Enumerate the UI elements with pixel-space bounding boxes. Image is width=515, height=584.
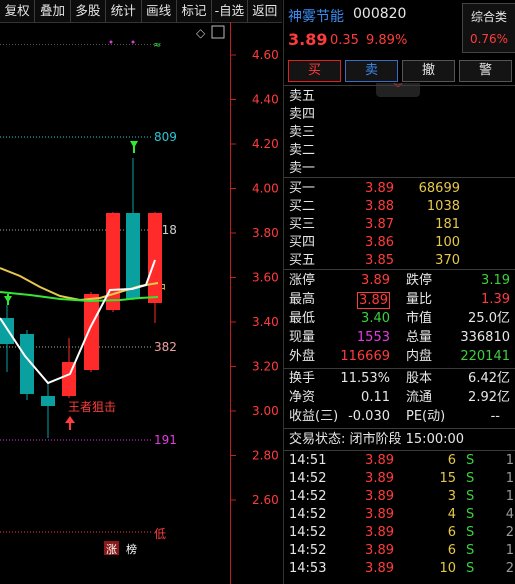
stats-row: 外盘 116669 内盘 220141 (289, 349, 510, 364)
tick-row: 14:52 3.89 15 S 1 (289, 471, 514, 486)
stats-row: 最高 3.89 量比 1.39 (289, 292, 510, 309)
sector-label: 综合类 (470, 10, 507, 24)
price-axis-label: 3.20 (252, 360, 279, 374)
stats-row: 最低 3.40 市值 25.0亿 (289, 311, 510, 326)
candle-6 (106, 212, 120, 312)
price-axis-label: 4.00 (252, 182, 279, 196)
stats-row: 现量 1553 总量 336810 (289, 330, 510, 345)
buy-button[interactable]: 买 (288, 60, 341, 82)
fib-label-809: 809 (154, 130, 177, 144)
cancel-order-button[interactable]: 撤 (402, 60, 455, 82)
candle-1 (0, 305, 14, 372)
sell-level-3[interactable]: 卖三 (284, 124, 515, 142)
price-axis-label: 3.60 (252, 271, 279, 285)
sell-level-1[interactable]: 卖五 (284, 88, 515, 106)
signal-label: 王者狙击 (68, 400, 116, 414)
price-axis-label: 3.80 (252, 226, 279, 240)
svg-text:≈: ≈ (153, 40, 161, 51)
toolbar-multi-stock-button[interactable]: 多股 (71, 0, 107, 22)
alert-button[interactable]: 警 (459, 60, 512, 82)
tick-row: 14:52 3.89 4 S 4 (289, 507, 514, 522)
sell-level-4[interactable]: 卖二 (284, 142, 515, 160)
price-axis-label: 4.20 (252, 137, 279, 151)
price-axis-label: 2.80 (252, 449, 279, 463)
buy-level-3[interactable]: 买三 3.87 181 (284, 216, 515, 234)
trade-status: 交易状态: 闭市阶段 15:00:00 (289, 432, 465, 447)
toolbar-back-button[interactable]: 返回 (248, 0, 282, 22)
candle-5 (84, 292, 99, 372)
tick-row: 14:52 3.89 6 S 1 (289, 543, 514, 558)
toolbar-draw-line-button[interactable]: 画线 (142, 0, 177, 22)
badge-zhang[interactable]: 涨 (106, 543, 117, 556)
sell-button[interactable]: 卖 (345, 60, 398, 82)
tick-row: 14:52 3.89 3 S 1 (289, 489, 514, 504)
tick-row: 14:53 3.89 10 S 2 (289, 561, 514, 576)
last-price: 3.89 (288, 30, 328, 49)
sector-box[interactable]: 综合类 0.76% (462, 3, 515, 53)
stock-code: 000820 (353, 6, 407, 22)
sector-value: 0.76% (469, 32, 509, 46)
price-axis-label: 2.60 (252, 493, 279, 507)
toolbar-overlay-button[interactable]: 叠加 (35, 0, 71, 22)
quote-panel: 神雾节能 000820 综合类 0.76% 3.89 0.35 9.89% 买 … (283, 0, 515, 584)
price-change-pct: 9.89% (366, 33, 408, 48)
kline-canvas[interactable]: 4.60 4.40 4.20 4.00 3.80 3.60 3.40 3.20 3.00 2.80… (0, 22, 282, 584)
candle-3 (41, 382, 55, 438)
price-axis-label: 3.00 (252, 404, 279, 418)
stats-row: 净资 0.11 流通 2.92亿 (289, 390, 510, 405)
buy-level-5[interactable]: 买五 3.85 370 (284, 252, 515, 270)
candle-7 (126, 158, 140, 300)
sell-level-2[interactable]: 卖四 (284, 106, 515, 124)
fib-label-382: 382 (154, 340, 177, 354)
maximize-icon[interactable] (211, 25, 225, 39)
stock-name[interactable]: 神雾节能 (288, 6, 344, 26)
tick-row: 14:51 3.89 6 S 1 (289, 453, 514, 468)
stats-row: 收益(三) -0.030 PE(动) -- (289, 409, 500, 424)
price-change: 0.35 (330, 33, 359, 48)
buy-level-2[interactable]: 买二 3.88 1038 (284, 198, 515, 216)
low-label: 低 (154, 527, 166, 541)
buy-level-1[interactable]: 买一 3.89 68699 (284, 180, 515, 198)
tick-row: 14:52 3.89 6 S 2 (289, 525, 514, 540)
buy-level-4[interactable]: 买四 3.86 100 (284, 234, 515, 252)
price-axis-label: 3.40 (252, 315, 279, 329)
price-axis-label: 4.40 (252, 93, 279, 107)
toolbar-remove-watchlist-button[interactable]: -自选 (212, 0, 248, 22)
diamond-icon[interactable]: ◇ (196, 26, 206, 40)
toolbar-statistics-button[interactable]: 统计 (106, 0, 142, 22)
badge-bang[interactable]: 榜 (126, 542, 137, 556)
toolbar-mark-button[interactable]: 标记 (177, 0, 213, 22)
candle-8 (148, 212, 162, 323)
candle-4 (62, 338, 76, 398)
price-axis-label: 4.60 (252, 48, 279, 62)
fib-label-191: 191 (154, 433, 177, 447)
toolbar: 复权 叠加 多股 统计 画线 标记 -自选 返回 (0, 0, 282, 23)
stats-row: 换手 11.53% 股本 6.42亿 (289, 371, 510, 386)
sell-level-5[interactable]: 卖一 (284, 160, 515, 178)
stats-row: 涨停 3.89 跌停 3.19 (289, 273, 510, 288)
toolbar-fuquan-button[interactable]: 复权 (0, 0, 36, 22)
kline-chart[interactable]: 4.60 4.40 4.20 4.00 3.80 3.60 3.40 3.20 3.00 2.80… (0, 22, 282, 584)
